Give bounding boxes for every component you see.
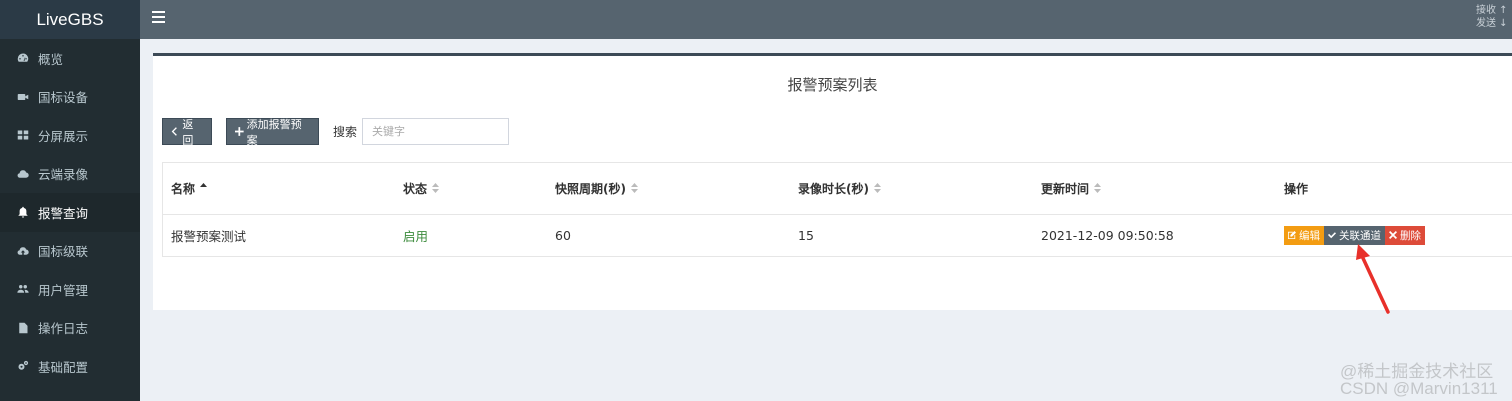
- column-header-updated[interactable]: 更新时间: [1033, 163, 1276, 215]
- sidebar-item-label: 基础配置: [38, 359, 89, 375]
- link-channel-button[interactable]: 关联通道: [1324, 225, 1385, 245]
- sidebar-item-devices[interactable]: 国标设备: [0, 78, 140, 117]
- toolbar: 返回 添加报警预案 搜索: [162, 117, 510, 147]
- row-actions: 编辑 关联通道 删除: [1284, 225, 1425, 245]
- app-brand[interactable]: LiveGBS: [0, 0, 140, 39]
- delete-button[interactable]: 删除: [1385, 225, 1425, 245]
- cloud-icon: [16, 167, 30, 181]
- edit-icon: [1288, 231, 1296, 240]
- sort-icon: [630, 182, 638, 196]
- dashboard-icon: [16, 51, 30, 65]
- search-input[interactable]: [362, 118, 510, 145]
- sidebar-menu: 概览 国标设备 分屏展示 云端录像 报警查询 国标级联 用户管理 操作日志 基础…: [0, 39, 140, 386]
- recv-rate: 接收 ↑: [1476, 5, 1508, 16]
- send-rate: 发送 ↓: [1476, 18, 1508, 29]
- alarm-plan-table: 名称 状态 快照周期(秒) 录像时长(秒) 更新时间 操作 报警预案测试 启用 …: [162, 162, 1512, 257]
- table-header-row: 名称 状态 快照周期(秒) 录像时长(秒) 更新时间 操作: [163, 163, 1512, 215]
- sidebar-item-label: 报警查询: [38, 205, 89, 221]
- sidebar-item-label: 国标设备: [38, 90, 89, 106]
- users-icon: [16, 282, 30, 296]
- sort-asc-icon: [200, 182, 208, 196]
- bell-icon: [16, 205, 30, 219]
- cell-name: 报警预案测试: [171, 228, 247, 244]
- sidebar-item-base-config[interactable]: 基础配置: [0, 347, 140, 386]
- top-navbar: 接收 ↑ 发送 ↓: [140, 0, 1512, 39]
- cell-record: 15: [798, 227, 814, 243]
- sidebar-item-label: 国标级联: [38, 244, 89, 260]
- page-title: 报警预案列表: [787, 76, 878, 94]
- sidebar-item-split-screen[interactable]: 分屏展示: [0, 116, 140, 155]
- grid-icon: [16, 128, 30, 142]
- column-header-snapshot[interactable]: 快照周期(秒): [547, 163, 790, 215]
- alarm-plan-panel: 报警预案列表 返回 添加报警预案 搜索 名称 状态 快照周期(秒) 录像时长(秒…: [153, 53, 1512, 310]
- watermark: @稀土掘金技术社区 CSDN @Marvin1311: [1340, 363, 1498, 397]
- file-icon: [16, 321, 30, 335]
- add-alarm-plan-button[interactable]: 添加报警预案: [226, 117, 319, 147]
- table-row: 报警预案测试 启用 60 15 2021-12-09 09:50:58 编辑 关…: [163, 214, 1512, 256]
- plus-icon: [235, 127, 244, 136]
- sidebar-item-label: 分屏展示: [38, 128, 89, 144]
- cell-snapshot: 60: [555, 227, 571, 243]
- cell-updated: 2021-12-09 09:50:58: [1041, 227, 1174, 243]
- sidebar-item-users[interactable]: 用户管理: [0, 270, 140, 309]
- sort-icon: [1094, 182, 1102, 196]
- sidebar-item-operation-log[interactable]: 操作日志: [0, 309, 140, 348]
- sidebar-item-label: 用户管理: [38, 282, 89, 298]
- column-header-name[interactable]: 名称: [163, 163, 395, 215]
- sidebar: LiveGBS 概览 国标设备 分屏展示 云端录像 报警查询 国标级联 用户管理: [0, 0, 140, 401]
- search-label: 搜索: [333, 125, 358, 139]
- column-header-actions: 操作: [1276, 163, 1512, 215]
- sidebar-item-label: 操作日志: [38, 321, 89, 337]
- network-status: 接收 ↑ 发送 ↓: [1476, 4, 1512, 30]
- chevron-left-icon: [171, 127, 177, 136]
- cogs-icon: [16, 359, 30, 373]
- sidebar-item-label: 云端录像: [38, 167, 89, 183]
- column-header-record[interactable]: 录像时长(秒): [790, 163, 1033, 215]
- check-icon: [1328, 232, 1336, 239]
- cloud-upload-icon: [16, 244, 30, 258]
- add-button-label: 添加报警预案: [246, 117, 302, 147]
- sidebar-item-overview[interactable]: 概览: [0, 39, 140, 78]
- back-button-label: 返回: [182, 117, 194, 147]
- edit-button[interactable]: 编辑: [1284, 225, 1324, 245]
- column-header-status[interactable]: 状态: [395, 163, 547, 215]
- back-button[interactable]: 返回: [162, 117, 212, 147]
- close-icon: [1389, 231, 1397, 240]
- sidebar-item-cascade[interactable]: 国标级联: [0, 232, 140, 271]
- menu-toggle-icon[interactable]: [152, 11, 165, 25]
- watermark-line: @稀土掘金技术社区 CSDN @Marvin1311: [1340, 362, 1498, 398]
- cell-actions: 编辑 关联通道 删除: [1276, 214, 1512, 256]
- sidebar-item-cloud-record[interactable]: 云端录像: [0, 155, 140, 194]
- sidebar-item-alarm-query[interactable]: 报警查询: [0, 193, 140, 232]
- video-camera-icon: [16, 90, 30, 104]
- sort-icon: [873, 182, 881, 196]
- sort-icon: [432, 182, 440, 196]
- sidebar-item-label: 概览: [38, 51, 64, 67]
- cell-status: 启用: [403, 228, 429, 244]
